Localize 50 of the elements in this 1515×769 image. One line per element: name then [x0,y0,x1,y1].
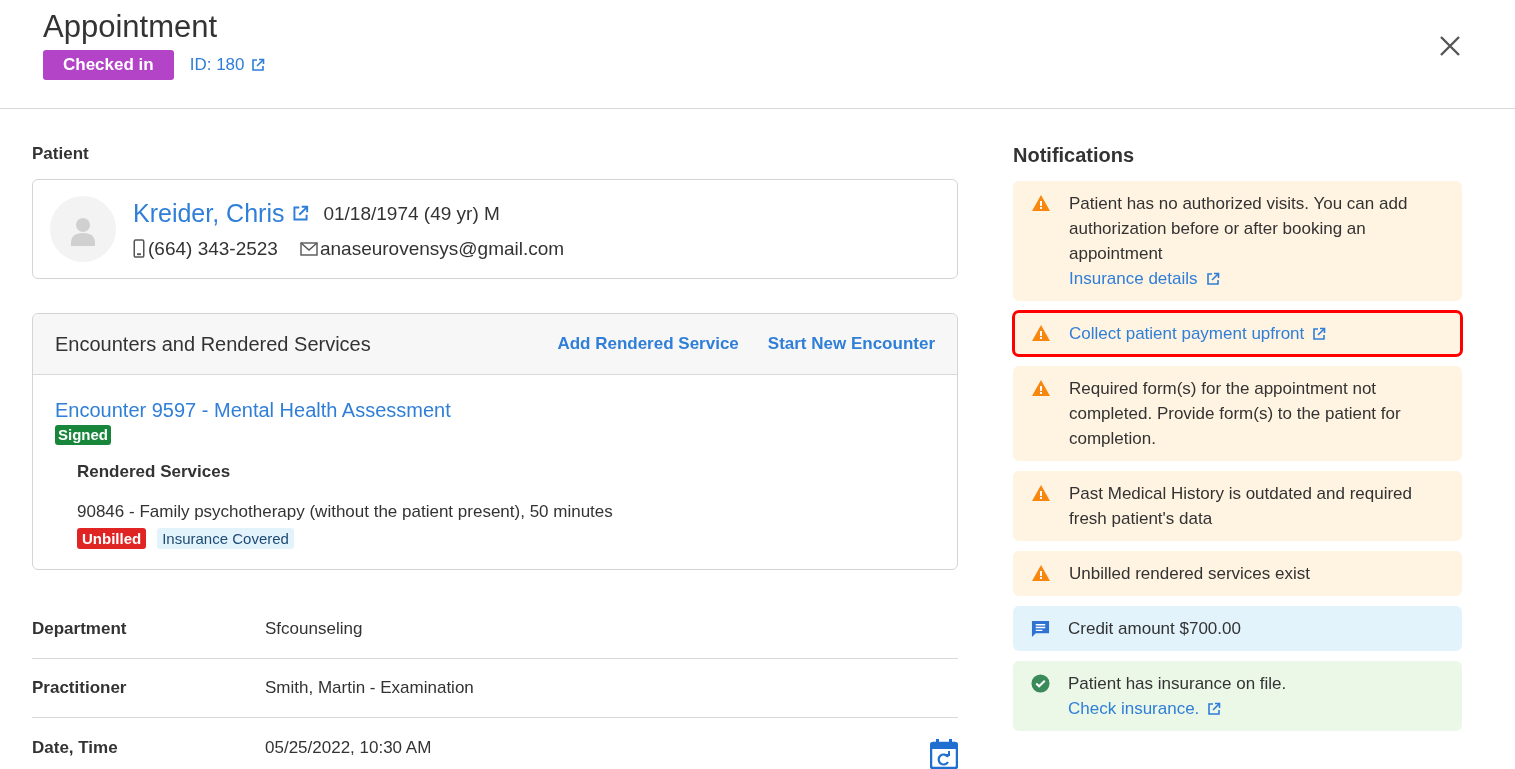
notification-text: Unbilled rendered services exist [1069,563,1310,585]
service-description: 90846 - Family psychotherapy (without the patient present), 50 minutes [77,500,614,523]
patient-email: anaseurovensys@gmail.com [319,236,565,261]
external-link-icon [1312,326,1327,341]
section-label: Patient [32,143,90,165]
notification-link[interactable]: Check insurance. [1068,696,1287,721]
patient-name-link[interactable]: Kreider, Chris [133,195,310,233]
warning-icon [1031,194,1051,212]
service-tag: Unbilled [77,528,147,549]
notification-text: Patient has no authorized visits. You can add authorization before or after booking an appointment [1069,193,1409,265]
field-label: Date, Time [32,736,119,759]
external-link-icon [292,205,310,223]
encounter-link[interactable]: Encounter 9597 - Mental Health Assessment [55,397,935,423]
notification-text: Credit amount $700.00 [1068,618,1241,640]
field-label: Department [32,618,128,641]
signed-badge: Signed [55,425,111,445]
field-label: Practitioner [32,677,128,700]
warning-icon [1031,484,1051,502]
field-value: Smith, Martin - Examination [265,677,475,700]
action-link[interactable]: Start New Encounter [767,331,935,357]
warning-icon [1031,564,1051,582]
notification-text: Required form(s) for the appointment not completed. Provide form(s) to the patient for completion. [1069,378,1402,450]
appointment-id-link[interactable]: ID: 180 [189,52,265,78]
check-circle-icon [1031,674,1050,693]
phone-icon [133,239,145,259]
external-link-icon [1207,701,1222,716]
action-link[interactable]: Add Rendered Service [557,331,739,357]
external-link-icon [1205,271,1220,286]
avatar-icon [50,196,116,262]
service-tag: Insurance Covered [157,528,294,549]
mail-icon [299,241,318,256]
warning-icon [1031,324,1051,342]
notifications-title: Notifications [1013,143,1136,167]
panel-title: Encounters and Rendered Services [55,332,371,357]
patient-dob: 01/18/1974 (49 yr) M [323,201,500,226]
warning-icon [1031,379,1051,397]
calendar-refresh-icon[interactable] [930,738,958,769]
external-link-icon [250,58,265,72]
field-value: 05/25/2022, 10:30 AM [265,736,433,759]
patient-phone: (664) 343-2523 [148,236,278,261]
notification-link[interactable]: Insurance details [1069,266,1446,291]
notification-link[interactable]: Collect patient payment upfront [1069,321,1327,346]
dialog-title: Appointment [43,8,219,46]
close-icon[interactable] [1438,34,1462,58]
message-icon [1031,619,1050,638]
field-value: Sfcounseling [265,618,364,641]
notification-text: Past Medical History is outdated and required fresh patient's data [1069,483,1413,530]
subsection-label: Rendered Services [77,461,232,483]
status-badge: Checked in [43,50,174,80]
notification-text: Patient has insurance on file. [1068,673,1287,695]
